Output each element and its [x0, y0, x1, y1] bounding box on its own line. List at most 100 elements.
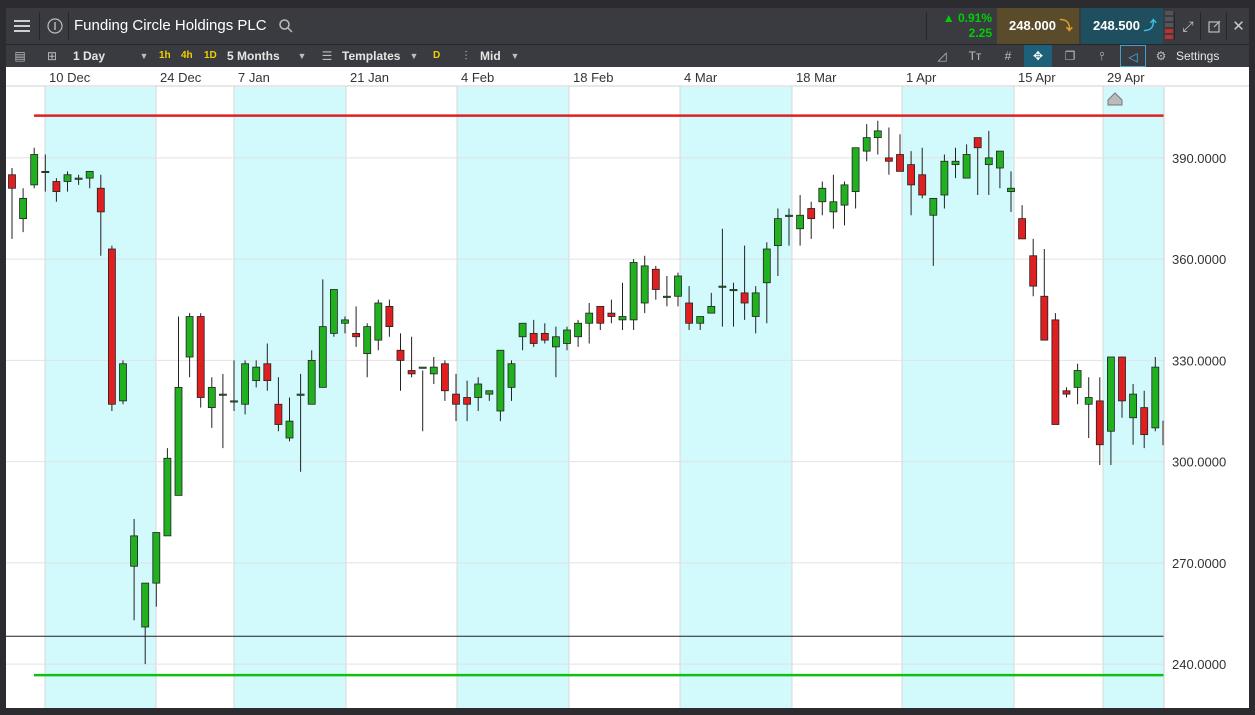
candle-body [341, 319, 349, 324]
layout-icon[interactable]: ⊞ [42, 45, 62, 67]
candle-body [496, 349, 505, 412]
search-icon[interactable] [276, 8, 296, 44]
chevron-down-icon[interactable]: ▼ [296, 45, 308, 67]
candle [174, 316, 183, 496]
crosshair-icon[interactable]: ✥ [1024, 45, 1052, 67]
indicator-icon[interactable]: ⫯ [1092, 45, 1112, 67]
chevron-down-icon[interactable]: ▼ [509, 45, 521, 67]
templates-button[interactable]: Templates [342, 45, 400, 67]
chevron-down-icon[interactable]: ▼ [138, 45, 150, 67]
candle-body [629, 262, 638, 321]
candle-body [41, 170, 50, 173]
candle [629, 259, 638, 330]
x-tick-label: 4 Mar [684, 70, 718, 85]
settings-button[interactable]: Settings [1176, 45, 1219, 67]
list-icon[interactable]: ▤ [10, 45, 30, 67]
x-tick-label: 1 Apr [906, 70, 937, 85]
info-icon[interactable] [42, 8, 68, 44]
buy-price: 248.500 [1093, 18, 1140, 33]
candle-body [1062, 390, 1071, 395]
quick-interval-4h[interactable]: 4h [181, 45, 193, 67]
candle-body [807, 208, 816, 220]
draw-line-icon[interactable]: ◿ [932, 45, 952, 67]
d-button[interactable]: D [433, 45, 440, 67]
candle [1073, 363, 1082, 405]
candle [429, 357, 438, 384]
candle-body [407, 370, 416, 375]
candle [329, 289, 338, 337]
x-tick-label: 21 Jan [350, 70, 389, 85]
candle-body [130, 535, 138, 567]
change-percent: 0.91% [957, 11, 992, 25]
candle [440, 360, 449, 401]
close-icon[interactable]: ✕ [1228, 8, 1249, 44]
candle-body [1140, 407, 1149, 436]
grid-icon[interactable]: # [998, 45, 1018, 67]
candle-body [851, 147, 860, 193]
buy-button[interactable]: 248.500 ⤴ [1081, 8, 1163, 44]
candle-body [674, 275, 682, 297]
candle-body [385, 305, 394, 328]
period-band [457, 87, 569, 708]
candle-body [52, 181, 61, 193]
period-band [680, 87, 792, 708]
candle-body [751, 292, 760, 317]
x-tick-label: 24 Dec [160, 70, 202, 85]
candle-body [418, 366, 427, 369]
candle-body [984, 157, 993, 166]
popout-icon[interactable] [1202, 8, 1226, 44]
candle-body [1129, 393, 1137, 419]
candle-body [474, 383, 483, 398]
x-tick-label: 15 Apr [1018, 70, 1056, 85]
candle-body [540, 332, 549, 341]
candle-body [574, 322, 582, 338]
candle [1040, 249, 1049, 341]
price-type-select[interactable]: Mid [480, 45, 501, 67]
x-tick-label: 18 Feb [573, 70, 613, 85]
candle-body [196, 316, 205, 398]
candle-body [174, 386, 183, 496]
candle-body [585, 312, 594, 324]
candle-body [1040, 295, 1049, 341]
candle [862, 124, 871, 162]
candle [640, 255, 649, 314]
text-tool-icon[interactable]: Tт [965, 45, 985, 67]
candle-body [452, 393, 460, 405]
expand-icon[interactable]: ⤢ [1176, 8, 1200, 44]
candle-body [940, 160, 949, 196]
instrument-header: Funding Circle Holdings PLC ▲ 0.91% 2.25… [6, 8, 1249, 44]
candlestick-chart[interactable]: 402.5250236.7500248.2500 10 Dec24 Dec7 J… [6, 67, 1249, 708]
tag-icon[interactable]: ◁ [1120, 45, 1146, 67]
quick-interval-1h[interactable]: 1h [159, 45, 171, 67]
candles-icon[interactable]: ⫶ [457, 45, 475, 67]
candle-body [1095, 400, 1104, 446]
candle-body [740, 292, 749, 304]
candle-body [596, 305, 605, 324]
chart-window: Funding Circle Holdings PLC ▲ 0.91% 2.25… [0, 0, 1255, 715]
candle-body [1018, 218, 1026, 240]
sell-button[interactable]: 248.000 ⤵ [997, 8, 1079, 44]
templates-icon[interactable]: ☰ [318, 45, 336, 67]
candle-body [785, 214, 793, 217]
candle-body [396, 349, 405, 361]
chevron-down-icon[interactable]: ▼ [408, 45, 420, 67]
layers-icon[interactable]: ❐ [1060, 45, 1080, 67]
quick-interval-1d[interactable]: 1D [204, 45, 217, 67]
interval-select[interactable]: 1 Day [73, 45, 105, 67]
range-select[interactable]: 5 Months [227, 45, 280, 67]
candle-body [962, 154, 971, 179]
candle [1095, 377, 1104, 465]
y-tick-label: 390.0000 [1172, 151, 1226, 166]
candle-body [518, 322, 527, 338]
candle-body [1107, 356, 1115, 432]
gear-icon[interactable]: ⚙ [1152, 45, 1170, 67]
candle-body [152, 532, 161, 584]
candle-body [1118, 356, 1126, 402]
candle [1051, 313, 1060, 425]
hamburger-menu-icon[interactable] [6, 8, 38, 44]
chart-area[interactable]: 402.5250236.7500248.2500 10 Dec24 Dec7 J… [6, 67, 1249, 708]
candle-body [85, 170, 94, 179]
candle [607, 299, 616, 324]
x-tick-label: 7 Jan [238, 70, 270, 85]
candle [840, 181, 849, 226]
